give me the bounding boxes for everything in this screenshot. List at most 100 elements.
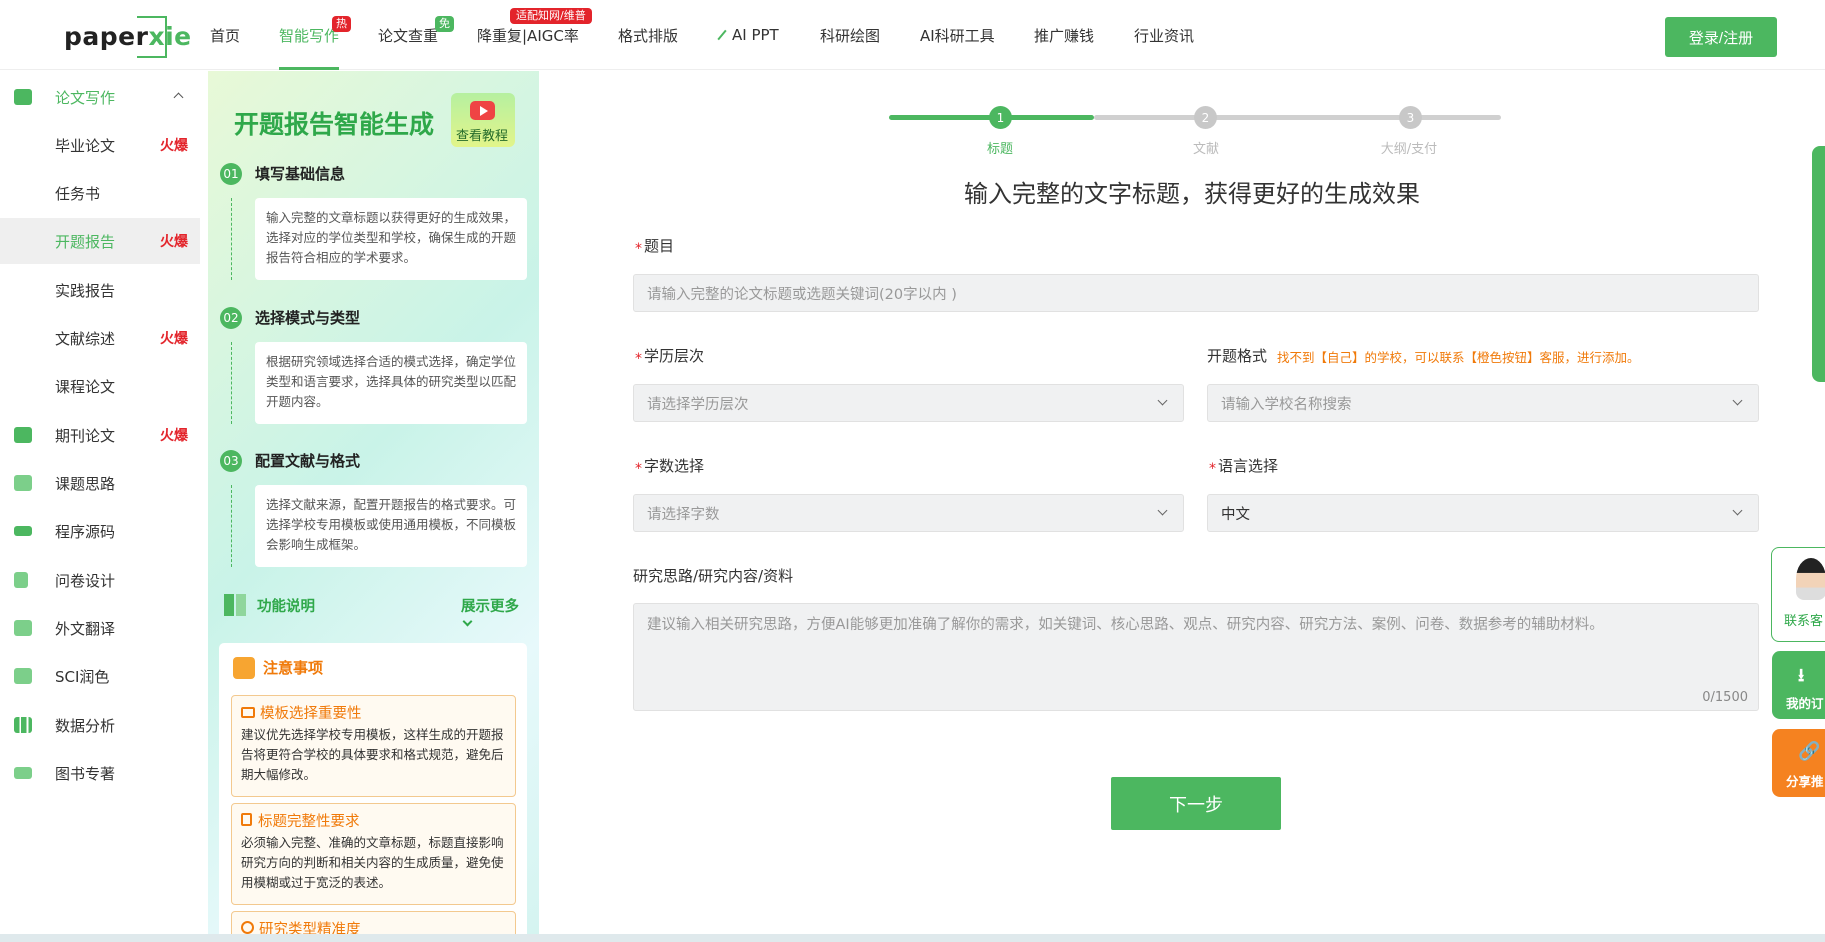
book-open-icon <box>241 707 255 718</box>
step-connector <box>231 198 232 280</box>
sidebar-item-questionnaire[interactable]: 问卷设计 <box>0 557 200 603</box>
bottom-scroll-strip <box>0 934 1825 942</box>
sidebar-item-books[interactable]: 图书专著 <box>0 750 200 796</box>
notice-item: 模板选择重要性 建议优先选择学校专用模板，这样生成的开题报告将更符合学校的具体要… <box>231 695 516 797</box>
word-count-select[interactable]: 请选择字数 <box>633 494 1184 532</box>
step-2-label: 文献 <box>1192 142 1219 157</box>
nav-research-drawing-label: 科研绘图 <box>820 26 881 45</box>
sidebar-item-data-analysis[interactable]: 数据分析 <box>0 702 200 748</box>
step-number-badge: 01 <box>220 163 242 185</box>
nav-plagiarism-check[interactable]: 论文查重 免 <box>378 0 455 70</box>
paperxie-logo[interactable]: paperxie <box>62 16 191 58</box>
nav-promote[interactable]: 推广赚钱 <box>1034 0 1094 70</box>
nav-formatting[interactable]: 格式排版 <box>618 0 678 70</box>
sidebar-item-proposal-report[interactable]: 开题报告 火爆 <box>0 218 200 264</box>
show-more-link[interactable]: 展示更多 <box>461 595 524 632</box>
main-form-area: 1 2 3 标题 文献 大纲/支付 输入完整的文字标题，获得更好的生成效果 * 题… <box>540 71 1825 942</box>
guide-step-card: 根据研究领域选择合适的模式选择，确定学位类型和语言要求，选择具体的研究类型以匹配… <box>255 342 527 424</box>
link-icon: 🔗 <box>1798 741 1821 762</box>
language-select[interactable]: 中文 <box>1207 494 1759 532</box>
sidebar-item-label: 任务书 <box>55 184 101 203</box>
notice-item-title: 模板选择重要性 <box>260 706 362 722</box>
nav-ai-tools[interactable]: AI科研工具 <box>920 0 995 70</box>
sidebar: 论文写作 毕业论文 火爆 任务书 开题报告 火爆 实践报告 文献综述 火爆 课程论文 … <box>0 71 208 942</box>
nav-smart-writing[interactable]: 智能写作 热 <box>279 0 352 70</box>
login-button[interactable]: 登录/注册 <box>1665 17 1777 57</box>
sidebar-item-literature-review[interactable]: 文献综述 火爆 <box>0 315 200 361</box>
topic-input[interactable]: 请输入完整的论文标题或选题关键词(20字以内 ) <box>633 274 1759 312</box>
word-count-label-text: 字数选择 <box>644 457 705 475</box>
nav-home[interactable]: 首页 <box>210 0 240 70</box>
hot-badge: 火爆 <box>160 138 188 154</box>
sidebar-item-task-book[interactable]: 任务书 <box>0 170 200 216</box>
grid-icon <box>224 594 246 616</box>
research-label: 研究思路/研究内容/资料 <box>633 567 794 585</box>
nav-news[interactable]: 行业资讯 <box>1134 0 1194 70</box>
language-select-value: 中文 <box>1221 506 1250 523</box>
guide-title: 开题报告智能生成 <box>234 110 435 139</box>
edit-icon <box>14 89 32 105</box>
school-search-select[interactable]: 请输入学校名称搜索 <box>1207 384 1759 422</box>
step-3-dot: 3 <box>1399 106 1422 129</box>
share-button[interactable]: 🔗 分享推 <box>1772 729 1825 797</box>
format-hint: 找不到【自己】的学校，可以联系【橙色按钮】客服，进行添加。 <box>1277 350 1640 365</box>
side-float-tab[interactable] <box>1812 146 1825 382</box>
nav-reduce-repeat-label: 降重复|AIGC率 <box>477 26 579 45</box>
notice-card: 注意事项 模板选择重要性 建议优先选择学校专用模板，这样生成的开题报告将更符合学… <box>219 643 527 942</box>
layers-icon <box>14 526 32 536</box>
form-heading: 输入完整的文字标题，获得更好的生成效果 <box>964 180 1420 208</box>
nav-reduce-repeat[interactable]: 降重复|AIGC率 适配知网/维普 <box>477 0 592 70</box>
degree-select-value: 请选择学历层次 <box>647 396 749 413</box>
notice-item-title: 标题完整性要求 <box>258 814 360 830</box>
sidebar-item-label: 数据分析 <box>55 716 116 735</box>
step-connector <box>231 485 232 567</box>
sidebar-item-topic-ideas[interactable]: 课题思路 <box>0 460 200 506</box>
sidebar-item-course-paper[interactable]: 课程论文 <box>0 363 200 409</box>
chevron-down-icon <box>462 616 473 627</box>
sidebar-item-practice-report[interactable]: 实践报告 <box>0 267 200 313</box>
next-step-button[interactable]: 下一步 <box>1111 777 1281 830</box>
bar-chart-icon <box>14 717 32 733</box>
language-label: * 语言选择 <box>1209 457 1279 477</box>
topic-label: * 题目 <box>635 237 675 257</box>
sidebar-item-graduation-thesis[interactable]: 毕业论文 火爆 <box>0 122 200 168</box>
step-3-label: 大纲/支付 <box>1380 142 1438 157</box>
logo-bracket <box>137 16 167 58</box>
chevron-down-icon <box>1157 505 1168 516</box>
customer-service-label: 联系客 <box>1784 614 1824 629</box>
logo-text-pre: paper <box>64 22 149 51</box>
topic-label-text: 题目 <box>644 237 675 255</box>
play-tv-icon <box>470 101 495 120</box>
sidebar-item-source-code[interactable]: 程序源码 <box>0 508 200 554</box>
stepper-progress-track <box>1094 115 1501 120</box>
notice-title: 注意事项 <box>263 659 324 677</box>
customer-service-button[interactable]: 联系客 <box>1771 547 1825 642</box>
hot-badge: 火爆 <box>160 428 188 444</box>
sidebar-section-paper-writing[interactable]: 论文写作 <box>0 74 200 120</box>
sidebar-item-journal-paper[interactable]: 期刊论文 火爆 <box>0 412 200 458</box>
function-title: 功能说明 <box>257 599 315 615</box>
nav-formatting-label: 格式排版 <box>618 26 679 45</box>
sidebar-item-label: 课题思路 <box>55 474 116 493</box>
magic-wand-icon <box>717 29 727 41</box>
nav-smart-writing-label: 智能写作 <box>279 26 340 45</box>
agent-avatar <box>1796 558 1825 600</box>
my-orders-button[interactable]: ⭳ 我的订 <box>1772 651 1825 719</box>
sidebar-item-translation[interactable]: 外文翻译 <box>0 605 200 651</box>
guide-step-title: 配置文献与格式 <box>255 452 361 470</box>
school-search-value: 请输入学校名称搜索 <box>1221 396 1352 413</box>
step-1-label: 标题 <box>986 142 1013 157</box>
step-number-badge: 02 <box>220 307 242 329</box>
nav-research-drawing[interactable]: 科研绘图 <box>820 0 880 70</box>
step-connector <box>231 342 232 424</box>
nav-home-label: 首页 <box>210 26 241 45</box>
show-more-label: 展示更多 <box>461 599 519 615</box>
research-textarea[interactable]: 建议输入相关研究思路，方便AI能够更加准确了解你的需求，如关键词、核心思路、观点… <box>633 603 1759 711</box>
tutorial-button[interactable]: 查看教程 <box>451 93 515 147</box>
degree-select[interactable]: 请选择学历层次 <box>633 384 1184 422</box>
sidebar-item-sci-polish[interactable]: SCI润色 <box>0 653 200 699</box>
guide-step-card: 输入完整的文章标题以获得更好的生成效果，选择对应的学位类型和学校，确保生成的开题… <box>255 198 527 280</box>
step-2-dot: 2 <box>1194 106 1217 129</box>
nav-ai-ppt[interactable]: AI PPT <box>716 0 779 70</box>
sci-icon <box>14 668 32 684</box>
